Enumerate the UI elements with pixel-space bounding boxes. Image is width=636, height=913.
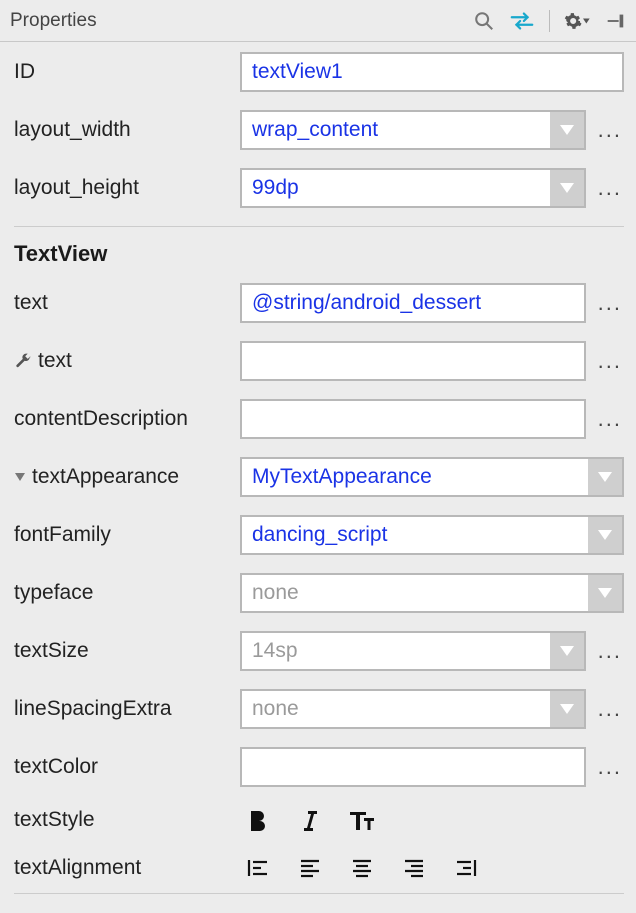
text-input[interactable] bbox=[240, 283, 586, 323]
gear-icon[interactable] bbox=[564, 8, 590, 34]
layout-height-more-button[interactable]: ... bbox=[596, 175, 624, 201]
tool-text-label: text bbox=[38, 349, 72, 373]
id-input[interactable] bbox=[240, 52, 624, 92]
layout-height-dropdown-button[interactable] bbox=[550, 170, 584, 206]
text-label: text bbox=[14, 291, 240, 315]
text-size-input[interactable] bbox=[240, 631, 586, 671]
align-view-start-toggle[interactable] bbox=[240, 853, 276, 883]
line-spacing-input[interactable] bbox=[240, 689, 586, 729]
content-description-more-button[interactable]: ... bbox=[596, 406, 624, 432]
layout-height-label: layout_height bbox=[14, 176, 240, 200]
font-family-dropdown-button[interactable] bbox=[588, 517, 622, 553]
align-left-toggle[interactable] bbox=[292, 853, 328, 883]
align-right-toggle[interactable] bbox=[396, 853, 432, 883]
line-spacing-dropdown-button[interactable] bbox=[550, 691, 584, 727]
align-center-toggle[interactable] bbox=[344, 853, 380, 883]
font-family-label: fontFamily bbox=[14, 523, 240, 547]
typeface-label: typeface bbox=[14, 581, 240, 605]
content-description-label: contentDescription bbox=[14, 407, 240, 431]
text-alignment-label: textAlignment bbox=[14, 856, 240, 880]
font-family-input[interactable] bbox=[240, 515, 624, 555]
text-color-more-button[interactable]: ... bbox=[596, 754, 624, 780]
layout-width-label: layout_width bbox=[14, 118, 240, 142]
layout-width-input[interactable] bbox=[240, 110, 586, 150]
text-appearance-dropdown-button[interactable] bbox=[588, 459, 622, 495]
section-title: TextView bbox=[14, 241, 624, 267]
text-color-label: textColor bbox=[14, 755, 240, 779]
text-size-label: textSize bbox=[14, 639, 240, 663]
text-appearance-label: textAppearance bbox=[32, 465, 179, 489]
wrench-icon bbox=[14, 353, 32, 369]
layout-width-more-button[interactable]: ... bbox=[596, 117, 624, 143]
layout-width-dropdown-button[interactable] bbox=[550, 112, 584, 148]
text-size-more-button[interactable]: ... bbox=[596, 638, 624, 664]
text-appearance-input[interactable] bbox=[240, 457, 624, 497]
swap-icon[interactable] bbox=[509, 8, 535, 34]
line-spacing-more-button[interactable]: ... bbox=[596, 696, 624, 722]
panel-header: Properties bbox=[0, 0, 636, 42]
search-icon[interactable] bbox=[471, 8, 497, 34]
italic-toggle[interactable] bbox=[292, 805, 328, 835]
bold-toggle[interactable] bbox=[240, 805, 276, 835]
expand-triangle-icon[interactable] bbox=[14, 473, 26, 481]
line-spacing-label: lineSpacingExtra bbox=[14, 697, 240, 721]
text-size-dropdown-button[interactable] bbox=[550, 633, 584, 669]
text-color-input[interactable] bbox=[240, 747, 586, 787]
section-divider bbox=[14, 226, 624, 227]
tool-text-input[interactable] bbox=[240, 341, 586, 381]
minimize-icon[interactable] bbox=[602, 8, 628, 34]
text-size-toggle[interactable] bbox=[344, 805, 380, 835]
id-label: ID bbox=[14, 60, 240, 84]
panel-title: Properties bbox=[10, 10, 471, 32]
layout-height-input[interactable] bbox=[240, 168, 586, 208]
content-description-input[interactable] bbox=[240, 399, 586, 439]
header-divider bbox=[549, 10, 550, 32]
bottom-divider bbox=[14, 893, 624, 894]
tool-text-more-button[interactable]: ... bbox=[596, 348, 624, 374]
align-view-end-toggle[interactable] bbox=[448, 853, 484, 883]
typeface-dropdown-button[interactable] bbox=[588, 575, 622, 611]
typeface-input[interactable] bbox=[240, 573, 624, 613]
text-style-label: textStyle bbox=[14, 808, 240, 832]
text-more-button[interactable]: ... bbox=[596, 290, 624, 316]
